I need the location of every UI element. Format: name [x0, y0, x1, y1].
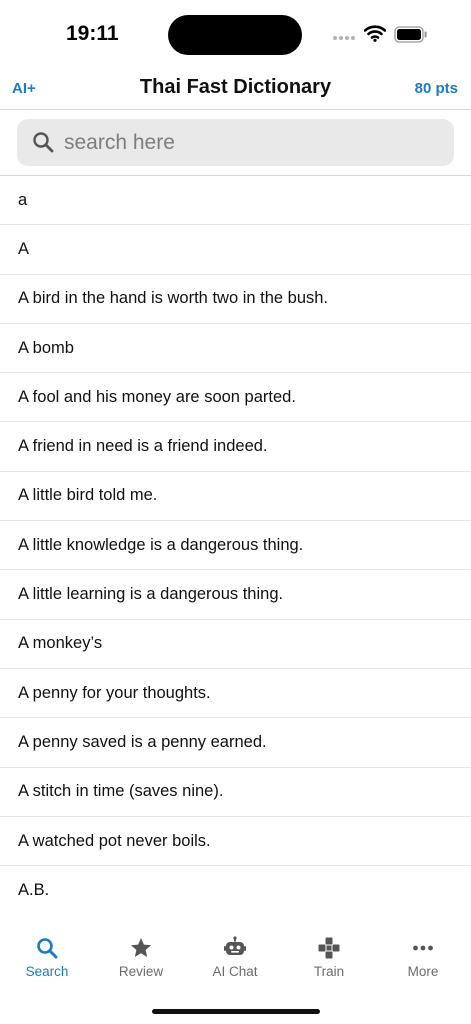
- cellular-signal-icon: [333, 36, 355, 40]
- wifi-icon: [364, 25, 386, 42]
- list-item[interactable]: A watched pot never boils.: [0, 817, 471, 867]
- list-item[interactable]: A penny saved is a penny earned.: [0, 718, 471, 768]
- search-icon: [37, 938, 58, 959]
- tab-more[interactable]: More: [376, 936, 470, 986]
- list-item[interactable]: A bomb: [0, 324, 471, 374]
- robot-icon: [224, 936, 246, 955]
- tab-bar: Search Review AI Chat Train More: [0, 914, 471, 1024]
- tab-ai-chat[interactable]: AI Chat: [188, 936, 282, 986]
- list-item[interactable]: A fool and his money are soon parted.: [0, 373, 471, 423]
- tab-label: Review: [118, 964, 164, 979]
- search-area: [0, 110, 471, 176]
- battery-icon: [394, 26, 427, 43]
- tab-search[interactable]: Search: [0, 936, 94, 986]
- points-button[interactable]: 80 pts: [415, 80, 458, 97]
- search-input[interactable]: [64, 119, 444, 166]
- gamepad-icon: [318, 937, 340, 959]
- search-bar[interactable]: [17, 119, 454, 166]
- home-indicator: [152, 1009, 320, 1014]
- tab-label: Train: [313, 964, 345, 979]
- list-item[interactable]: A little bird told me.: [0, 472, 471, 522]
- status-time: 19:11: [66, 22, 119, 45]
- navigation-bar: AI+ Thai Fast Dictionary 80 pts: [0, 68, 471, 110]
- word-list: aAA bird in the hand is worth two in the…: [0, 176, 471, 914]
- page-title: Thai Fast Dictionary: [139, 76, 332, 98]
- status-bar: 19:11: [0, 0, 471, 68]
- star-icon: [131, 938, 151, 957]
- tab-train[interactable]: Train: [282, 936, 376, 986]
- list-item[interactable]: a: [0, 176, 471, 226]
- list-item[interactable]: A little knowledge is a dangerous thing.: [0, 521, 471, 571]
- ellipsis-icon: [413, 945, 433, 951]
- list-item[interactable]: A monkey’s: [0, 620, 471, 669]
- dictionary-screen: 19:11 AI+ Thai Fast Dictionary 80 pts se…: [0, 0, 471, 1024]
- dynamic-island: [168, 15, 302, 55]
- list-item[interactable]: A bird in the hand is worth two in the b…: [0, 275, 471, 324]
- list-item[interactable]: A stitch in time (saves nine).: [0, 768, 471, 817]
- search-icon: [33, 132, 54, 153]
- tab-review[interactable]: Review: [94, 936, 188, 986]
- tab-label: More: [407, 964, 439, 979]
- list-item[interactable]: A: [0, 225, 471, 275]
- tab-label: Search: [25, 964, 69, 979]
- tab-label: AI Chat: [212, 964, 258, 979]
- list-item[interactable]: A penny for your thoughts.: [0, 669, 471, 719]
- list-item[interactable]: A little learning is a dangerous thing.: [0, 570, 471, 620]
- list-item[interactable]: A.B.: [0, 866, 471, 914]
- list-item[interactable]: A friend in need is a friend indeed.: [0, 422, 471, 472]
